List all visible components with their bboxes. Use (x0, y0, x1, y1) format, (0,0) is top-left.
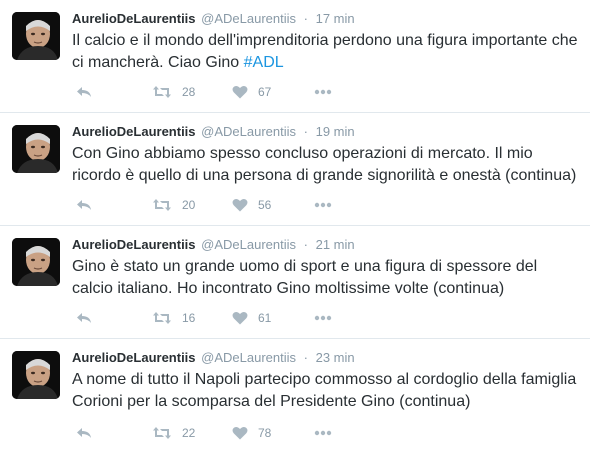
tweet[interactable]: AurelioDeLaurentiis @ADeLaurentiis · 23 … (0, 339, 590, 456)
more-icon (314, 430, 332, 436)
tweet-header: AurelioDeLaurentiis @ADeLaurentiis · 17 … (72, 11, 580, 27)
tweet-actions: 20 56 (72, 197, 552, 213)
tweet-text: Il calcio e il mondo dell'imprenditoria … (72, 30, 582, 74)
timestamp[interactable]: 17 min (316, 11, 355, 26)
author-name[interactable]: AurelioDeLaurentiis (72, 350, 196, 365)
timestamp[interactable]: 21 min (316, 237, 355, 252)
tweet-text: A nome di tutto il Napoli partecipo comm… (72, 369, 582, 413)
more-icon (314, 89, 332, 95)
avatar[interactable] (12, 125, 60, 173)
timestamp[interactable]: 19 min (316, 124, 355, 139)
tweet-actions: 22 78 (72, 425, 552, 441)
tweet-actions: 16 61 (72, 310, 552, 326)
reply-icon (76, 85, 92, 99)
like-count: 78 (258, 426, 272, 440)
retweet-icon (152, 85, 172, 99)
author-name[interactable]: AurelioDeLaurentiis (72, 237, 196, 252)
reply-button[interactable] (76, 84, 92, 100)
retweet-count: 20 (182, 198, 196, 212)
author-handle[interactable]: @ADeLaurentiis (201, 11, 296, 26)
retweet-button[interactable]: 20 (152, 197, 195, 213)
heart-icon (232, 85, 248, 99)
more-button[interactable] (314, 310, 332, 326)
more-button[interactable] (314, 425, 332, 441)
tweet[interactable]: AurelioDeLaurentiis @ADeLaurentiis · 21 … (0, 226, 590, 339)
tweet-text: Con Gino abbiamo spesso concluso operazi… (72, 143, 582, 187)
reply-button[interactable] (76, 425, 92, 441)
tweet-header: AurelioDeLaurentiis @ADeLaurentiis · 19 … (72, 124, 580, 140)
like-button[interactable]: 78 (232, 425, 271, 441)
reply-icon (76, 311, 92, 325)
reply-icon (76, 198, 92, 212)
more-button[interactable] (314, 197, 332, 213)
like-button[interactable]: 61 (232, 310, 271, 326)
author-handle[interactable]: @ADeLaurentiis (201, 237, 296, 252)
author-name[interactable]: AurelioDeLaurentiis (72, 124, 196, 139)
retweet-count: 28 (182, 85, 196, 99)
retweet-count: 16 (182, 311, 196, 325)
tweet-body: Il calcio e il mondo dell'imprenditoria … (72, 32, 578, 71)
tweet-header: AurelioDeLaurentiis @ADeLaurentiis · 23 … (72, 350, 580, 366)
heart-icon (232, 311, 248, 325)
avatar[interactable] (12, 12, 60, 60)
timestamp[interactable]: 23 min (316, 350, 355, 365)
tweet-timeline: AurelioDeLaurentiis @ADeLaurentiis · 17 … (0, 0, 590, 456)
heart-icon (232, 198, 248, 212)
retweet-icon (152, 198, 172, 212)
more-icon (314, 202, 332, 208)
separator: · (303, 124, 308, 139)
retweet-button[interactable]: 28 (152, 84, 195, 100)
reply-button[interactable] (76, 310, 92, 326)
retweet-count: 22 (182, 426, 196, 440)
tweet[interactable]: AurelioDeLaurentiis @ADeLaurentiis · 17 … (0, 0, 590, 113)
heart-icon (232, 426, 248, 440)
like-count: 56 (258, 198, 272, 212)
hashtag-link[interactable]: #ADL (244, 54, 284, 71)
author-name[interactable]: AurelioDeLaurentiis (72, 11, 196, 26)
more-icon (314, 315, 332, 321)
reply-icon (76, 426, 92, 440)
tweet-actions: 28 67 (72, 84, 552, 100)
retweet-icon (152, 311, 172, 325)
tweet-body: Gino è stato un grande uomo di sport e u… (72, 258, 538, 297)
like-button[interactable]: 56 (232, 197, 271, 213)
separator: · (303, 350, 308, 365)
separator: · (303, 237, 308, 252)
tweet[interactable]: AurelioDeLaurentiis @ADeLaurentiis · 19 … (0, 113, 590, 226)
retweet-button[interactable]: 22 (152, 425, 195, 441)
retweet-icon (152, 426, 172, 440)
like-button[interactable]: 67 (232, 84, 271, 100)
more-button[interactable] (314, 84, 332, 100)
avatar[interactable] (12, 351, 60, 399)
tweet-text: Gino è stato un grande uomo di sport e u… (72, 256, 582, 300)
retweet-button[interactable]: 16 (152, 310, 195, 326)
like-count: 61 (258, 311, 272, 325)
like-count: 67 (258, 85, 272, 99)
reply-button[interactable] (76, 197, 92, 213)
tweet-header: AurelioDeLaurentiis @ADeLaurentiis · 21 … (72, 237, 580, 253)
author-handle[interactable]: @ADeLaurentiis (201, 350, 296, 365)
avatar[interactable] (12, 238, 60, 286)
separator: · (303, 11, 308, 26)
tweet-body: A nome di tutto il Napoli partecipo comm… (72, 371, 577, 410)
author-handle[interactable]: @ADeLaurentiis (201, 124, 296, 139)
tweet-body: Con Gino abbiamo spesso concluso operazi… (72, 145, 577, 184)
